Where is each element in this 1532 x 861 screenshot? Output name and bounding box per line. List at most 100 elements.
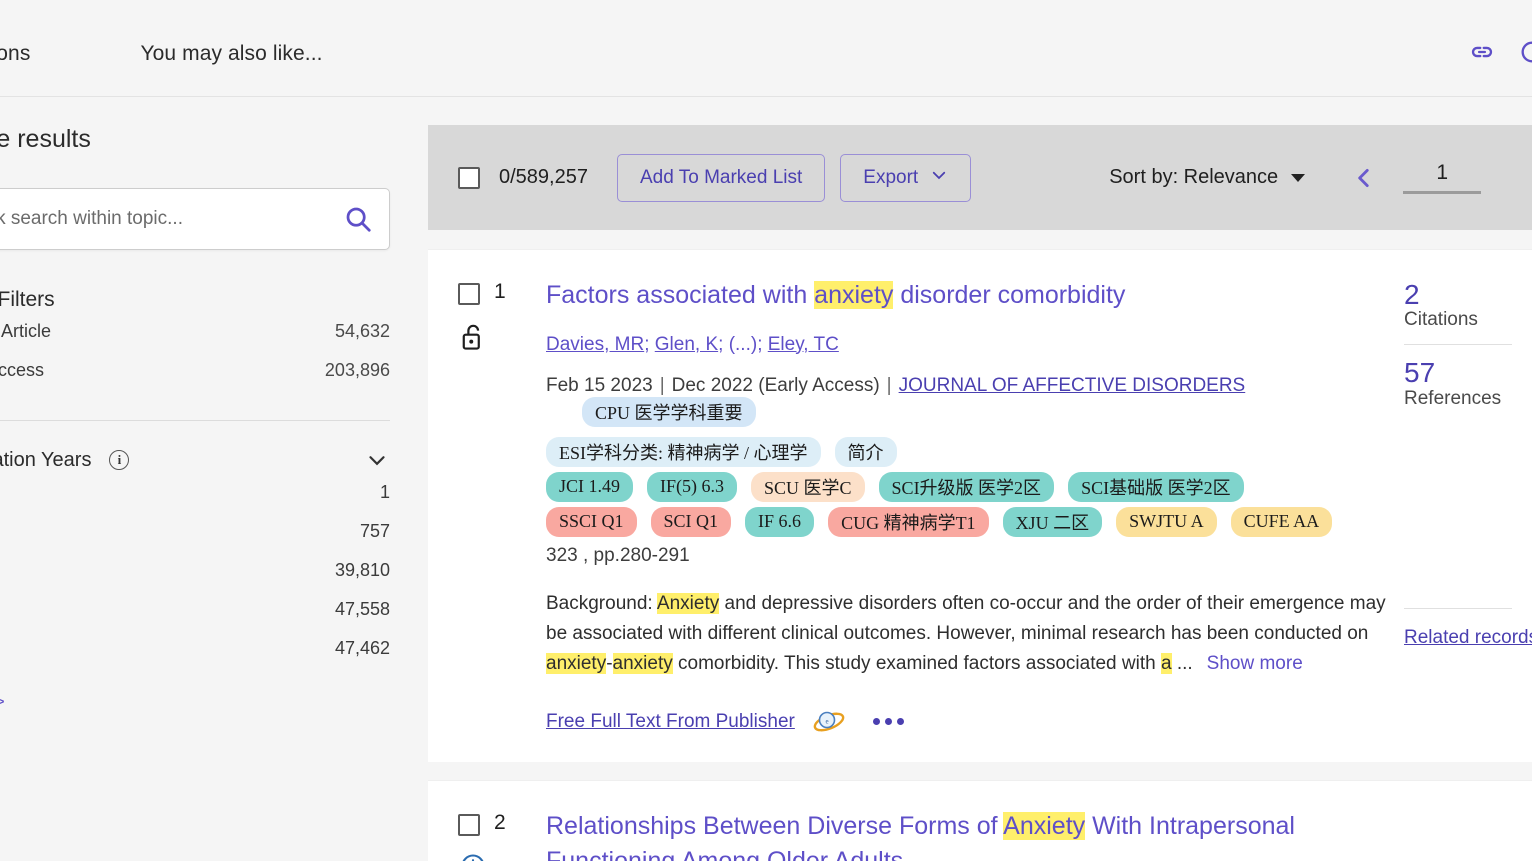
badge: SCI Q1 bbox=[650, 506, 732, 537]
section-label: Publication Years bbox=[0, 448, 92, 471]
link-icon[interactable] bbox=[1468, 38, 1496, 66]
add-to-marked-list-label: Add To Marked List bbox=[639, 166, 803, 188]
section-publication-years[interactable]: Publication Years i bbox=[0, 447, 390, 473]
badge: SCI升级版 医学2区 bbox=[878, 471, 1055, 502]
clock-icon bbox=[459, 852, 546, 861]
author-link[interactable]: Eley, TC bbox=[768, 334, 839, 355]
search-icon[interactable] bbox=[327, 189, 389, 249]
metric-badges: ESI学科分类: 精神病学 / 心理学 简介 JCI 1.49 IF(5) 6.… bbox=[546, 436, 1388, 537]
info-icon[interactable]: i bbox=[109, 450, 130, 470]
badge: CUFE AA bbox=[1230, 506, 1333, 537]
author-link[interactable]: Davies, MR bbox=[546, 334, 644, 355]
result-title[interactable]: Relationships Between Diverse Forms of A… bbox=[546, 809, 1388, 861]
filter-count: 54,632 bbox=[334, 321, 390, 341]
abstract-highlight: anxiety bbox=[612, 653, 673, 675]
badge: XJU 二区 bbox=[1002, 506, 1103, 537]
citations-count: 2 bbox=[1404, 279, 1420, 310]
chevron-down-icon[interactable] bbox=[364, 447, 390, 473]
quick-filters-heading: Quick Filters bbox=[0, 288, 55, 311]
tab-publications[interactable]: Publications bbox=[0, 42, 30, 66]
badge: IF(5) 6.3 bbox=[647, 471, 738, 502]
sort-by-label: Sort by: Relevance bbox=[1109, 166, 1279, 188]
badge: SCI基础版 医学2区 bbox=[1068, 471, 1244, 502]
result-left-column: 1 bbox=[428, 278, 546, 736]
filter-label: Review Article bbox=[0, 321, 52, 341]
top-nav-icon-group bbox=[1468, 38, 1532, 66]
sort-by-dropdown[interactable]: Sort by: Relevance bbox=[1109, 166, 1306, 189]
pagination bbox=[1351, 161, 1482, 194]
more-options-icon[interactable] bbox=[872, 718, 904, 726]
citations-label[interactable]: Citations bbox=[1404, 309, 1532, 331]
tab-you-may-also-like[interactable]: You may also like... bbox=[140, 42, 322, 66]
result-footer: Free Full Text From Publisher e bbox=[546, 708, 1388, 736]
result-title[interactable]: Factors associated with anxiety disorder… bbox=[546, 278, 1388, 314]
badge-row: SSCI Q1 SCI Q1 IF 6.6 CUG 精神病学T1 XJU 二区 … bbox=[546, 506, 1388, 537]
abstract-text: Background: bbox=[546, 592, 657, 614]
year-count: 757 bbox=[359, 521, 390, 541]
filter-open-access[interactable]: Open Access 203,896 bbox=[0, 351, 390, 390]
results-main-panel: 0/589,257 Add To Marked List Export Sort… bbox=[428, 125, 1532, 861]
export-button[interactable]: Export bbox=[840, 153, 972, 202]
result-index: 1 bbox=[494, 280, 506, 303]
publisher-swirl-icon[interactable]: e bbox=[813, 708, 845, 736]
selected-count-label: 0/589,257 bbox=[499, 166, 588, 188]
result-card: 2 Relationships Between Diverse Forms of… bbox=[428, 779, 1532, 861]
result-index: 2 bbox=[494, 810, 506, 834]
badge: SSCI Q1 bbox=[546, 506, 637, 537]
sidebar-divider bbox=[0, 420, 390, 421]
caret-down-icon bbox=[1291, 173, 1306, 182]
free-full-text-link[interactable]: Free Full Text From Publisher bbox=[546, 711, 795, 733]
add-to-marked-list-button[interactable]: Add To Marked List bbox=[616, 153, 826, 202]
year-row[interactable]: 2022 47,558 bbox=[0, 590, 390, 629]
search-within-topic-box[interactable] bbox=[0, 188, 390, 250]
journal-link[interactable]: JOURNAL OF AFFECTIVE DISORDERS bbox=[899, 375, 1246, 397]
show-more-link[interactable]: Show more bbox=[1207, 653, 1303, 674]
chevron-down-icon bbox=[930, 166, 948, 190]
volume-pages: 323 , pp.280-291 bbox=[546, 544, 690, 566]
open-lock-icon bbox=[459, 322, 546, 357]
year-row[interactable]: 2024 757 bbox=[0, 512, 390, 551]
title-text: Relationships Between Diverse Forms of bbox=[546, 811, 1004, 840]
year-row[interactable]: 2023 39,810 bbox=[0, 551, 390, 590]
page-number-input[interactable] bbox=[1403, 161, 1482, 194]
refine-results-sidebar: Refine results Quick Filters Review Arti… bbox=[0, 97, 412, 861]
result-authors: Davies, MR; Glen, K; (...); Eley, TC bbox=[546, 333, 839, 355]
result-body: Relationships Between Diverse Forms of A… bbox=[546, 809, 1404, 861]
early-access-date: Dec 2022 (Early Access) bbox=[671, 374, 880, 396]
svg-text:e: e bbox=[825, 717, 828, 725]
publication-date: Feb 15 2023 bbox=[546, 374, 653, 396]
filter-review-article[interactable]: Review Article 54,632 bbox=[0, 312, 390, 351]
top-nav-tabs: Publications You may also like... bbox=[0, 42, 323, 66]
select-all-checkbox[interactable] bbox=[458, 166, 480, 189]
see-all-years-link[interactable]: See all > bbox=[0, 692, 390, 712]
results-toolbar: 0/589,257 Add To Marked List Export Sort… bbox=[428, 125, 1532, 230]
result-checkbox[interactable] bbox=[458, 283, 480, 305]
search-input[interactable] bbox=[0, 208, 327, 230]
result-checkbox[interactable] bbox=[458, 813, 480, 836]
year-count: 39,810 bbox=[334, 560, 390, 580]
year-row[interactable]: 2025 1 bbox=[0, 473, 390, 512]
abstract-highlight: Anxiety bbox=[656, 592, 720, 614]
year-count: 47,462 bbox=[334, 638, 390, 658]
badge: JCI 1.49 bbox=[546, 471, 634, 502]
top-navigation-bar: Publications You may also like... bbox=[0, 0, 1532, 97]
related-records-link[interactable]: Related records bbox=[1404, 627, 1532, 649]
metric-divider bbox=[1404, 344, 1512, 346]
year-row[interactable]: 2021 47,462 bbox=[0, 629, 390, 668]
result-metrics-column: 2 Citations 57 References Related record… bbox=[1404, 278, 1532, 736]
author-link[interactable]: Glen, K bbox=[655, 334, 718, 355]
sidebar-title: Refine results bbox=[0, 125, 91, 153]
title-text: disorder comorbidity bbox=[893, 281, 1126, 309]
year-count: 47,558 bbox=[334, 599, 390, 619]
export-label: Export bbox=[863, 166, 919, 188]
badge-row: ESI学科分类: 精神病学 / 心理学 简介 bbox=[546, 436, 1388, 467]
chevron-left-icon[interactable] bbox=[1351, 165, 1377, 191]
cpu-badge: CPU 医学学科重要 bbox=[582, 396, 756, 427]
badge: IF 6.6 bbox=[745, 506, 815, 537]
title-text: Factors associated with bbox=[546, 281, 815, 309]
share-icon[interactable] bbox=[1518, 38, 1532, 66]
references-label[interactable]: References bbox=[1404, 388, 1532, 410]
badge: ESI学科分类: 精神病学 / 心理学 bbox=[546, 436, 821, 467]
result-card: 1 Factors associated with anxiety disord… bbox=[428, 249, 1532, 762]
related-divider bbox=[1404, 607, 1512, 609]
